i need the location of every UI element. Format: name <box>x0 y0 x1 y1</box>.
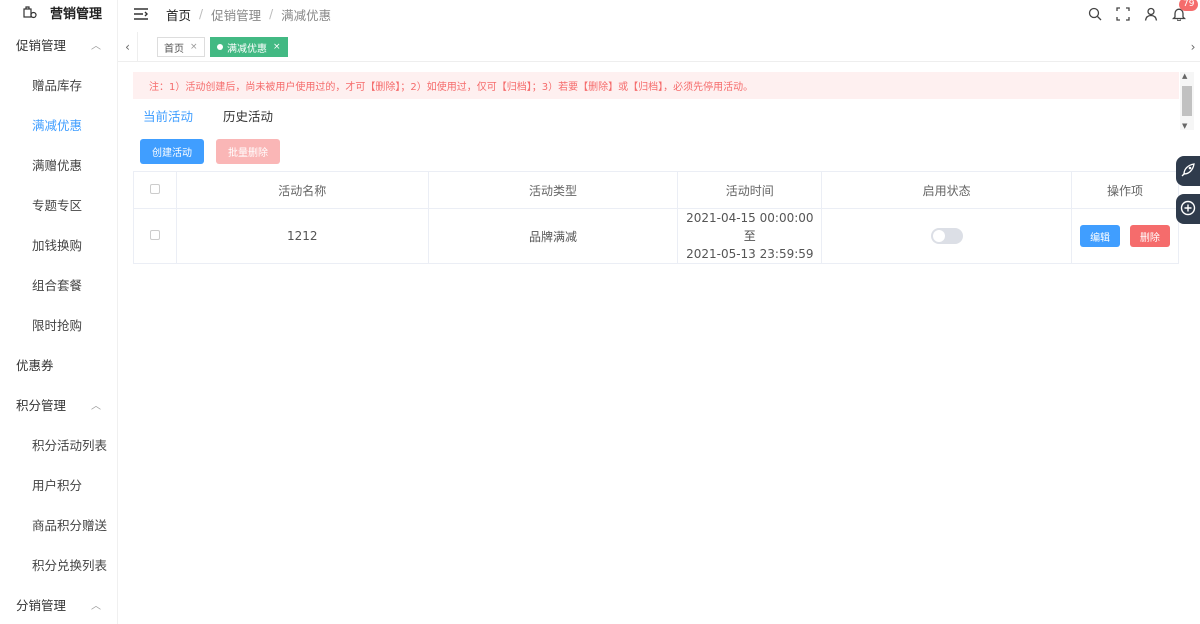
add-float-button[interactable] <box>1176 194 1200 224</box>
cell-name: 1212 <box>175 208 429 264</box>
select-all-checkbox[interactable] <box>149 184 160 194</box>
col-header-actions: 操作项 <box>1070 171 1180 209</box>
vertical-scrollbar[interactable]: ▲ ▼ <box>1180 72 1194 130</box>
plus-circle-icon <box>1180 200 1196 219</box>
action-bar: 创建活动 批量删除 <box>133 131 1179 171</box>
sidebar-item-full-gift[interactable]: 满赠优惠 <box>0 144 117 184</box>
col-header-name: 活动名称 <box>175 171 429 209</box>
row-checkbox[interactable] <box>149 230 160 240</box>
delete-button[interactable]: 删除 <box>1129 225 1170 247</box>
scrollbar-thumb[interactable] <box>1182 86 1192 116</box>
sidebar-group-label: 分销管理 <box>16 597 67 613</box>
activity-table: 活动名称 活动类型 活动时间 启用状态 操作项 1212 品牌满减 2021-0… <box>133 171 1180 264</box>
sidebar-item-topic-zone[interactable]: 专题专区 <box>0 184 117 224</box>
fullscreen-icon[interactable] <box>1116 7 1130 21</box>
cell-status <box>821 208 1072 264</box>
sidebar-group-label: 优惠券 <box>16 357 54 373</box>
header: 首页 / 促销管理 / 满减优惠 79 <box>118 0 1200 28</box>
sidebar-item-points-exchange[interactable]: 积分兑换列表 <box>0 544 117 584</box>
sidebar-group-coupon[interactable]: 优惠券 <box>0 344 117 384</box>
main-content: 注：1）活动创建后，尚未被用户使用过的，才可【删除】；2）如使用过，仅可【归档】… <box>133 72 1180 264</box>
tag-full-reduction[interactable]: 满减优惠 × <box>210 37 288 57</box>
sidebar-item-flash-sale[interactable]: 限时抢购 <box>0 304 117 344</box>
cell-actions: 编辑 删除 <box>1070 208 1180 264</box>
tab-history-activity[interactable]: 历史活动 <box>223 106 273 125</box>
sidebar-item-product-points[interactable]: 商品积分赠送 <box>0 504 117 544</box>
close-icon[interactable]: × <box>190 42 198 52</box>
breadcrumb-home[interactable]: 首页 <box>166 5 191 24</box>
breadcrumb-current: 满减优惠 <box>281 7 332 23</box>
cell-type: 品牌满减 <box>427 208 679 264</box>
breadcrumb-separator: / <box>269 7 274 21</box>
search-icon[interactable] <box>1088 7 1102 21</box>
col-header-time: 活动时间 <box>677 171 823 209</box>
sidebar-group-points[interactable]: 积分管理 ︿ <box>0 384 117 424</box>
cell-time: 2021-04-15 00:00:00 至 2021-05-13 23:59:5… <box>677 208 823 264</box>
cell-time-start: 2021-04-15 00:00:00 至 <box>686 211 814 243</box>
create-activity-button[interactable]: 创建活动 <box>140 138 204 164</box>
batch-delete-button[interactable]: 批量删除 <box>216 138 280 164</box>
row-select-cell[interactable] <box>133 208 177 264</box>
notification-badge: 79 <box>1179 0 1199 11</box>
breadcrumb-separator: / <box>199 7 204 21</box>
enable-switch[interactable] <box>930 228 963 244</box>
sidebar-item-points-activity[interactable]: 积分活动列表 <box>0 424 117 464</box>
breadcrumb-promotion: 促销管理 <box>211 7 262 23</box>
marketing-icon <box>22 4 38 20</box>
sidebar-item-user-points[interactable]: 用户积分 <box>0 464 117 504</box>
sidebar-item-add-price-buy[interactable]: 加钱换购 <box>0 224 117 264</box>
table-header-row: 活动名称 活动类型 活动时间 启用状态 操作项 <box>133 171 1180 209</box>
scroll-up-icon[interactable]: ▲ <box>1182 72 1187 80</box>
sidebar-item-full-reduction[interactable]: 满减优惠 <box>0 104 117 144</box>
scroll-down-icon[interactable]: ▼ <box>1182 122 1187 130</box>
sidebar: 营销管理 促销管理 ︿ 赠品库存 满减优惠 满赠优惠 专题专区 加钱换购 组合套… <box>0 0 118 624</box>
rocket-icon <box>1180 162 1196 181</box>
cell-time-end: 2021-05-13 23:59:59 <box>686 247 814 261</box>
menu-fold-icon[interactable] <box>134 7 148 21</box>
table-row: 1212 品牌满减 2021-04-15 00:00:00 至 2021-05-… <box>133 208 1180 264</box>
sidebar-group-distribution[interactable]: 分销管理 ︿ <box>0 584 117 624</box>
select-all-cell[interactable] <box>133 171 177 209</box>
chevron-up-icon: ︿ <box>91 400 101 412</box>
edit-button[interactable]: 编辑 <box>1080 225 1121 247</box>
sidebar-group-label: 促销管理 <box>16 37 67 53</box>
chevron-up-icon: ︿ <box>91 40 101 52</box>
tags-bar: ‹ 首页 × 满减优惠 × › <box>118 32 1200 62</box>
sidebar-item-combo[interactable]: 组合套餐 <box>0 264 117 304</box>
tab-current-activity[interactable]: 当前活动 <box>143 106 193 125</box>
sidebar-logo: 营销管理 <box>0 0 117 24</box>
close-icon[interactable]: × <box>273 42 281 52</box>
tag-label: 满减优惠 <box>227 43 267 55</box>
sidebar-item-gift-stock[interactable]: 赠品库存 <box>0 64 117 104</box>
tags-scroll-left-icon[interactable]: ‹ <box>118 32 138 62</box>
col-header-status: 启用状态 <box>821 171 1072 209</box>
sidebar-logo-text: 营销管理 <box>50 6 103 22</box>
bell-icon[interactable]: 79 <box>1172 0 1199 21</box>
sidebar-group-promotion[interactable]: 促销管理 ︿ <box>0 24 117 64</box>
active-dot-icon <box>217 44 223 50</box>
tag-home[interactable]: 首页 × <box>157 37 205 57</box>
user-icon[interactable] <box>1144 7 1158 21</box>
col-header-type: 活动类型 <box>427 171 679 209</box>
sidebar-group-label: 积分管理 <box>16 397 67 413</box>
activity-tabs: 当前活动 历史活动 <box>133 99 1179 131</box>
tag-label: 首页 <box>164 43 184 55</box>
switch-knob <box>932 230 945 242</box>
header-tools: 79 <box>1088 0 1199 28</box>
notice-alert: 注：1）活动创建后，尚未被用户使用过的，才可【删除】；2）如使用过，仅可【归档】… <box>133 72 1179 99</box>
rocket-float-button[interactable] <box>1176 156 1200 186</box>
chevron-up-icon: ︿ <box>91 600 101 612</box>
tags-scroll-right-icon[interactable]: › <box>1186 32 1200 62</box>
